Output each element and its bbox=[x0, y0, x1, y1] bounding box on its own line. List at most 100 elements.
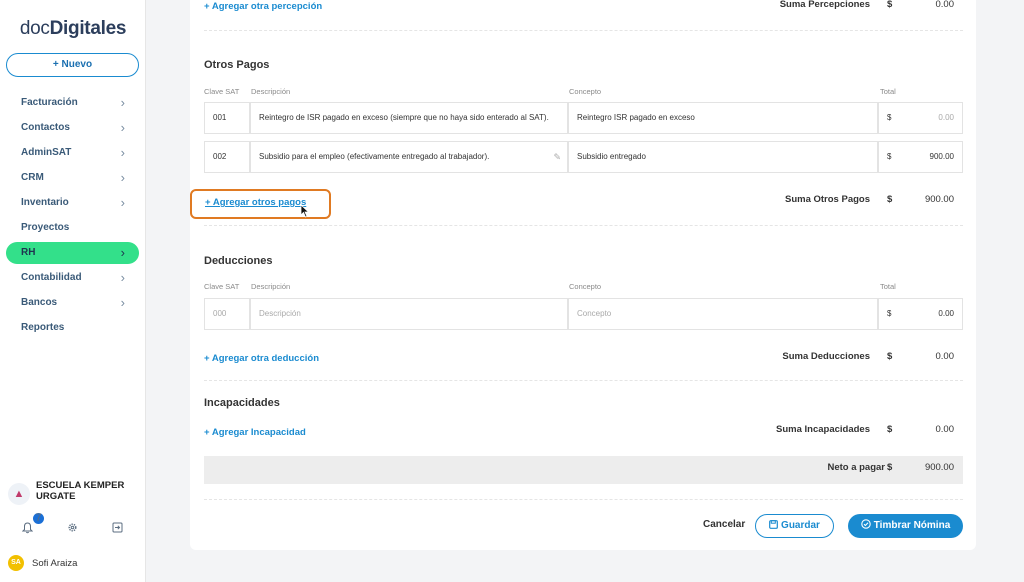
sidebar-item-label: Bancos bbox=[21, 297, 58, 308]
cancel-button[interactable]: Cancelar bbox=[703, 519, 745, 530]
concepto-field[interactable]: Subsidio entregado bbox=[568, 141, 878, 173]
deducciones-title: Deducciones bbox=[204, 255, 273, 267]
col-header-total: Total bbox=[880, 282, 896, 291]
suma-percepciones-currency: $ bbox=[887, 0, 893, 10]
add-deduccion-link[interactable]: + Agregar otra deducción bbox=[204, 353, 319, 364]
currency-symbol: $ bbox=[887, 113, 892, 122]
sidebar-item-adminsat[interactable]: AdminSAT › bbox=[6, 142, 139, 167]
suma-incapacidades-value: 0.00 bbox=[935, 424, 955, 435]
table-row: 001 Reintegro de ISR pagado en exceso (s… bbox=[204, 102, 963, 134]
total-field[interactable]: $ 0.00 bbox=[878, 102, 963, 134]
logo[interactable]: docDigitales bbox=[0, 18, 146, 40]
col-header-total: Total bbox=[880, 87, 896, 96]
total-field[interactable]: $ 0.00 bbox=[878, 298, 963, 330]
sidebar: docDigitales + Nuevo Facturación › Contac… bbox=[0, 0, 146, 582]
add-otros-pagos-link[interactable]: + Agregar otros pagos bbox=[205, 197, 306, 208]
sidebar-item-label: Inventario bbox=[21, 197, 69, 208]
suma-incapacidades-label: Suma Incapacidades bbox=[776, 424, 870, 435]
total-field[interactable]: $ 900.00 bbox=[878, 141, 963, 173]
company-switcher[interactable]: ▲ ESCUELA KEMPER URGATE bbox=[8, 480, 144, 506]
chevron-right-icon: › bbox=[120, 120, 125, 135]
sidebar-item-crm[interactable]: CRM › bbox=[6, 167, 139, 192]
col-header-clave: Clave SAT bbox=[204, 87, 240, 96]
col-header-concepto: Concepto bbox=[569, 87, 602, 96]
clave-field[interactable]: 001 bbox=[204, 102, 250, 134]
suma-incapacidades-currency: $ bbox=[887, 424, 893, 435]
sidebar-actions: 7 bbox=[18, 513, 128, 540]
concepto-field[interactable]: Reintegro ISR pagado en exceso bbox=[568, 102, 878, 134]
stamp-payroll-button[interactable]: Timbrar Nómina bbox=[848, 514, 963, 538]
sidebar-item-label: CRM bbox=[21, 172, 44, 183]
neto-label: Neto a pagar bbox=[827, 462, 885, 473]
sidebar-item-label: Proyectos bbox=[21, 222, 70, 233]
bell-icon[interactable] bbox=[21, 522, 34, 537]
sidebar-item-bancos[interactable]: Bancos › bbox=[6, 292, 139, 317]
total-value: 0.00 bbox=[938, 309, 954, 318]
sidebar-item-proyectos[interactable]: Proyectos bbox=[6, 217, 139, 242]
sidebar-item-label: Reportes bbox=[21, 322, 65, 333]
concepto-field[interactable]: Concepto bbox=[568, 298, 878, 330]
clave-field[interactable]: 000 bbox=[204, 298, 250, 330]
col-header-clave: Clave SAT bbox=[204, 282, 240, 291]
incapacidades-title: Incapacidades bbox=[204, 397, 280, 409]
chevron-right-icon: › bbox=[120, 245, 125, 260]
avatar: SA bbox=[8, 555, 24, 571]
add-incapacidad-link[interactable]: + Agregar Incapacidad bbox=[204, 427, 306, 438]
chevron-right-icon: › bbox=[120, 95, 125, 110]
stamp-label: Timbrar Nómina bbox=[873, 520, 951, 531]
currency-symbol: $ bbox=[887, 152, 892, 161]
logo-part1: doc bbox=[19, 18, 50, 39]
suma-otros-pagos-label: Suma Otros Pagos bbox=[785, 194, 870, 205]
descripcion-field[interactable]: Reintegro de ISR pagado en exceso (siemp… bbox=[250, 102, 568, 134]
logout-icon[interactable] bbox=[112, 522, 123, 536]
suma-deducciones-currency: $ bbox=[887, 351, 893, 362]
col-header-descripcion: Descripción bbox=[251, 282, 291, 291]
sidebar-item-reportes[interactable]: Reportes bbox=[6, 317, 139, 342]
suma-percepciones-value: 0.00 bbox=[935, 0, 955, 10]
company-logo-icon: ▲ bbox=[8, 483, 30, 505]
otros-pagos-title: Otros Pagos bbox=[204, 59, 270, 71]
col-header-descripcion: Descripción bbox=[251, 87, 291, 96]
logo-part2: Digitales bbox=[49, 18, 127, 39]
chevron-right-icon: › bbox=[120, 195, 125, 210]
neto-a-pagar-bar: Neto a pagar $ 900.00 bbox=[204, 456, 963, 484]
suma-otros-pagos-currency: $ bbox=[887, 194, 893, 205]
currency-symbol: $ bbox=[887, 309, 892, 318]
sidebar-nav: Facturación › Contactos › AdminSAT › CRM › I… bbox=[6, 92, 139, 342]
sidebar-item-label: AdminSAT bbox=[21, 147, 72, 158]
sidebar-item-label: Contactos bbox=[21, 122, 70, 133]
col-header-concepto: Concepto bbox=[569, 282, 602, 291]
total-value: 0.00 bbox=[938, 113, 954, 122]
suma-percepciones-label: Suma Percepciones bbox=[779, 0, 870, 10]
sidebar-item-contabilidad[interactable]: Contabilidad › bbox=[6, 267, 139, 292]
sidebar-item-inventario[interactable]: Inventario › bbox=[6, 192, 139, 217]
descripcion-field[interactable]: Subsidio para el empleo (efectivamente e… bbox=[250, 141, 568, 173]
descripcion-field[interactable]: Descripción bbox=[250, 298, 568, 330]
sidebar-item-facturacion[interactable]: Facturación › bbox=[6, 92, 139, 117]
notification-badge: 7 bbox=[33, 513, 44, 524]
mouse-cursor-icon bbox=[300, 204, 310, 218]
save-label: Guardar bbox=[781, 520, 820, 531]
divider bbox=[204, 30, 963, 31]
chevron-right-icon: › bbox=[120, 270, 125, 285]
neto-currency: $ bbox=[887, 462, 893, 473]
new-button[interactable]: + Nuevo bbox=[6, 53, 139, 77]
divider bbox=[204, 225, 963, 226]
company-name: ESCUELA KEMPER URGATE bbox=[36, 480, 125, 502]
gear-icon[interactable] bbox=[67, 522, 78, 536]
suma-deducciones-label: Suma Deducciones bbox=[782, 351, 870, 362]
chevron-right-icon: › bbox=[120, 145, 125, 160]
pencil-icon[interactable]: ✎ bbox=[553, 142, 561, 172]
sidebar-item-rh[interactable]: RH › bbox=[6, 242, 139, 264]
table-row: 000 Descripción Concepto $ 0.00 bbox=[204, 298, 963, 330]
save-button[interactable]: Guardar bbox=[755, 514, 834, 538]
user-name: Sofi Araiza bbox=[32, 558, 78, 569]
neto-value: 900.00 bbox=[924, 462, 954, 473]
suma-otros-pagos-value: 900.00 bbox=[924, 194, 954, 205]
sidebar-item-label: Contabilidad bbox=[21, 272, 82, 283]
clave-field[interactable]: 002 bbox=[204, 141, 250, 173]
sidebar-item-label: RH bbox=[21, 247, 36, 258]
sidebar-item-contactos[interactable]: Contactos › bbox=[6, 117, 139, 142]
check-circle-icon bbox=[861, 519, 871, 529]
add-percepcion-link[interactable]: + Agregar otra percepción bbox=[204, 1, 322, 12]
